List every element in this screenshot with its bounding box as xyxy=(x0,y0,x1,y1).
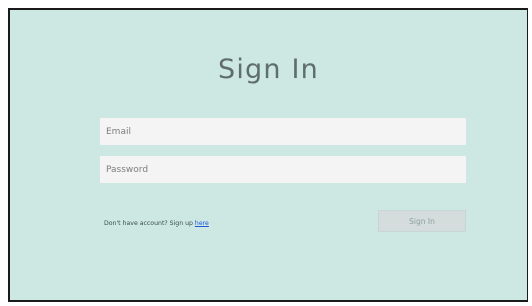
password-field[interactable] xyxy=(100,156,466,183)
signup-link[interactable]: here xyxy=(195,220,209,227)
email-field[interactable] xyxy=(100,118,466,145)
sign-in-button[interactable]: Sign In xyxy=(378,210,466,232)
signup-prompt-text: Don't have account? Sign up xyxy=(104,220,193,227)
signup-prompt: Don't have account? Sign up here xyxy=(104,220,209,227)
page-title: Sign In xyxy=(218,54,319,85)
sign-in-panel: Sign In Don't have account? Sign up here… xyxy=(8,8,528,302)
